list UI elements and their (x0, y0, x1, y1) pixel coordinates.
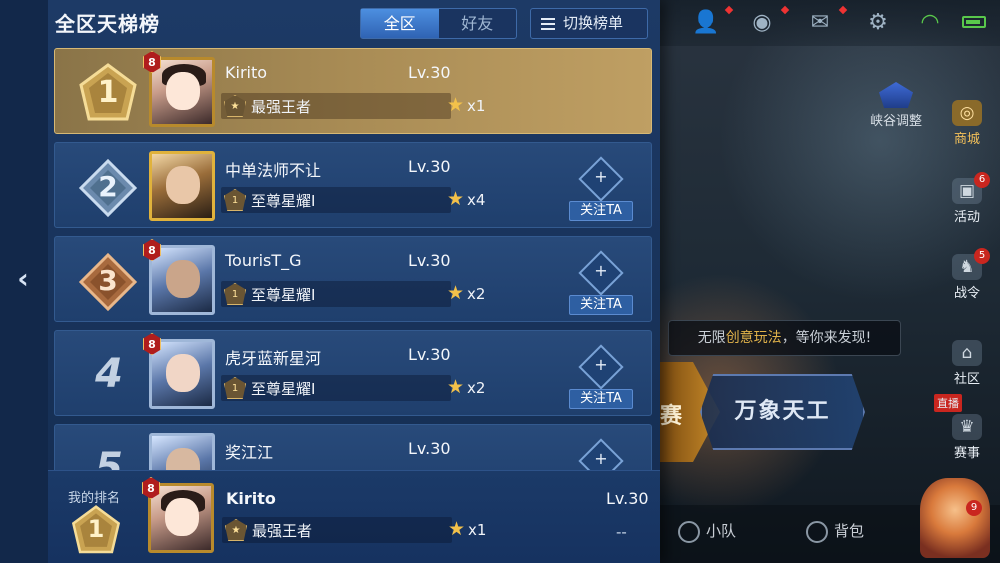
star-tier-icon: 1 (224, 377, 246, 399)
mail-icon[interactable]: ✉ (806, 10, 834, 36)
badge-count: 6 (974, 172, 990, 188)
badge-count: 5 (974, 248, 990, 264)
ranking-list[interactable]: 1 8 Kirito Lv.30 ★ 最强王者 ★ x1 2 中单法师不让 Lv… (54, 48, 652, 470)
friends-icon[interactable]: 👤 (692, 10, 720, 36)
table-row[interactable]: 3 8 TourisT_G Lv.30 1 至尊星耀I ★ x2 + 关注TA (54, 236, 652, 322)
live-badge: 直播 (934, 394, 962, 412)
tier-box: 1 至尊星耀I ★ x4 (221, 187, 485, 213)
star-tier-icon: 1 (224, 283, 246, 305)
star-icon: ★ (447, 282, 465, 304)
table-row[interactable]: 1 8 Kirito Lv.30 ★ 最强王者 ★ x1 (54, 48, 652, 134)
follow-button[interactable]: + (569, 438, 633, 470)
bronze-rank-badge: 3 (77, 251, 139, 313)
player-level: Lv.30 (408, 63, 451, 82)
add-person-icon: + (594, 355, 608, 374)
avatar[interactable] (149, 151, 215, 221)
rank-number: 5 (95, 445, 123, 470)
player-name: 虎牙蓝新星河 (225, 349, 322, 368)
player-name: 奖江江 (225, 443, 274, 462)
tab-friends[interactable]: 好友 (439, 9, 517, 38)
star-icon: ★ (447, 376, 465, 398)
table-row[interactable]: 2 中单法师不让 Lv.30 1 至尊星耀I ★ x4 + 关注TA (54, 142, 652, 228)
add-person-icon: + (594, 261, 608, 280)
tier-box: 1 至尊星耀I ★ x2 (221, 281, 485, 307)
player-level: Lv.30 (408, 345, 451, 364)
team-button[interactable]: 小队 (678, 520, 736, 543)
bag-icon (806, 520, 828, 543)
nav-pass[interactable]: ♞ 战令 5 (942, 248, 992, 301)
table-row[interactable]: 4 8 虎牙蓝新星河 Lv.30 1 至尊星耀I ★ x2 + 关注TA (54, 330, 652, 416)
star-icon: ★ (447, 188, 465, 210)
hero-level-badge: 9 (966, 500, 982, 516)
star-icon: ★ (447, 94, 465, 116)
player-name: 中单法师不让 (225, 161, 322, 180)
extra-value: -- (616, 523, 627, 541)
tab-all-region[interactable]: 全区 (361, 9, 439, 38)
tier-box: ★ 最强王者 ★ x1 (221, 93, 485, 119)
peak-adjust[interactable]: 峡谷调整 (870, 82, 922, 129)
silver-rank-badge: 2 (77, 157, 139, 219)
peak-adjust-icon (879, 82, 913, 108)
switch-board-button[interactable]: 切换榜单 (530, 8, 648, 39)
follow-button[interactable]: + 关注TA (569, 344, 633, 413)
table-row[interactable]: 5 奖江江 Lv.30 + (54, 424, 652, 470)
battery-icon (962, 16, 986, 28)
list-icon (541, 15, 555, 33)
player-name: TourisT_G (225, 251, 302, 270)
avatar[interactable] (149, 433, 215, 470)
player-name: Kirito (225, 63, 268, 82)
star-icon: ★ (448, 518, 466, 540)
follow-button[interactable]: + 关注TA (569, 250, 633, 319)
mode-hint: 无限创意玩法，等你来发现! (668, 320, 901, 356)
player-level: Lv.30 (408, 157, 451, 176)
tier-box: 1 至尊星耀I ★ x2 (221, 375, 485, 401)
building-icon: ⌂ (952, 340, 982, 366)
panel-title: 全区天梯榜 (55, 12, 160, 36)
my-rank-bar: 我的排名 1 8 Kirito Lv.30 ★ 最强王者 ★ x1 -- (48, 470, 660, 563)
trophy-icon: ♛ (952, 414, 982, 440)
player-level: Lv.30 (408, 251, 451, 270)
player-name: Kirito (226, 489, 276, 508)
leaderboard-panel: ‹ 全区天梯榜 全区 好友 切换榜单 1 8 Kirito Lv.30 ★ 最强… (0, 0, 660, 563)
add-person-icon: + (594, 167, 608, 186)
gold-rank-badge: 1 (77, 63, 139, 125)
player-level: Lv.30 (408, 439, 451, 458)
nav-shop[interactable]: ◎ 商城 (942, 100, 992, 147)
bag-button[interactable]: 背包 (806, 520, 864, 543)
wanxiang-mode-button[interactable]: 万象天工 (700, 374, 865, 450)
king-tier-icon: ★ (224, 95, 246, 117)
rank-number: 4 (95, 351, 123, 397)
nav-activity[interactable]: ▣ 活动 6 (942, 172, 992, 225)
back-arrow-icon[interactable]: ‹ (10, 262, 36, 296)
scope-tabs: 全区 好友 (360, 8, 517, 39)
king-tier-icon: ★ (225, 519, 247, 541)
shop-icon: ◎ (952, 100, 982, 126)
team-icon (678, 520, 700, 543)
add-person-icon: + (594, 449, 608, 468)
nav-community[interactable]: ⌂ 社区 (942, 340, 992, 387)
gear-icon[interactable]: ⚙ (864, 10, 892, 36)
wifi-icon: ◠ (920, 10, 940, 35)
follow-button[interactable]: + 关注TA (569, 156, 633, 225)
eye-icon[interactable]: ◉ (748, 10, 776, 36)
tier-box: ★ 最强王者 ★ x1 (222, 517, 486, 543)
gold-rank-badge: 1 (70, 505, 122, 557)
player-level: Lv.30 (606, 489, 649, 508)
star-tier-icon: 1 (224, 189, 246, 211)
nav-events[interactable]: ♛ 赛事 直播 (934, 394, 992, 461)
hero-avatar[interactable] (920, 478, 990, 558)
